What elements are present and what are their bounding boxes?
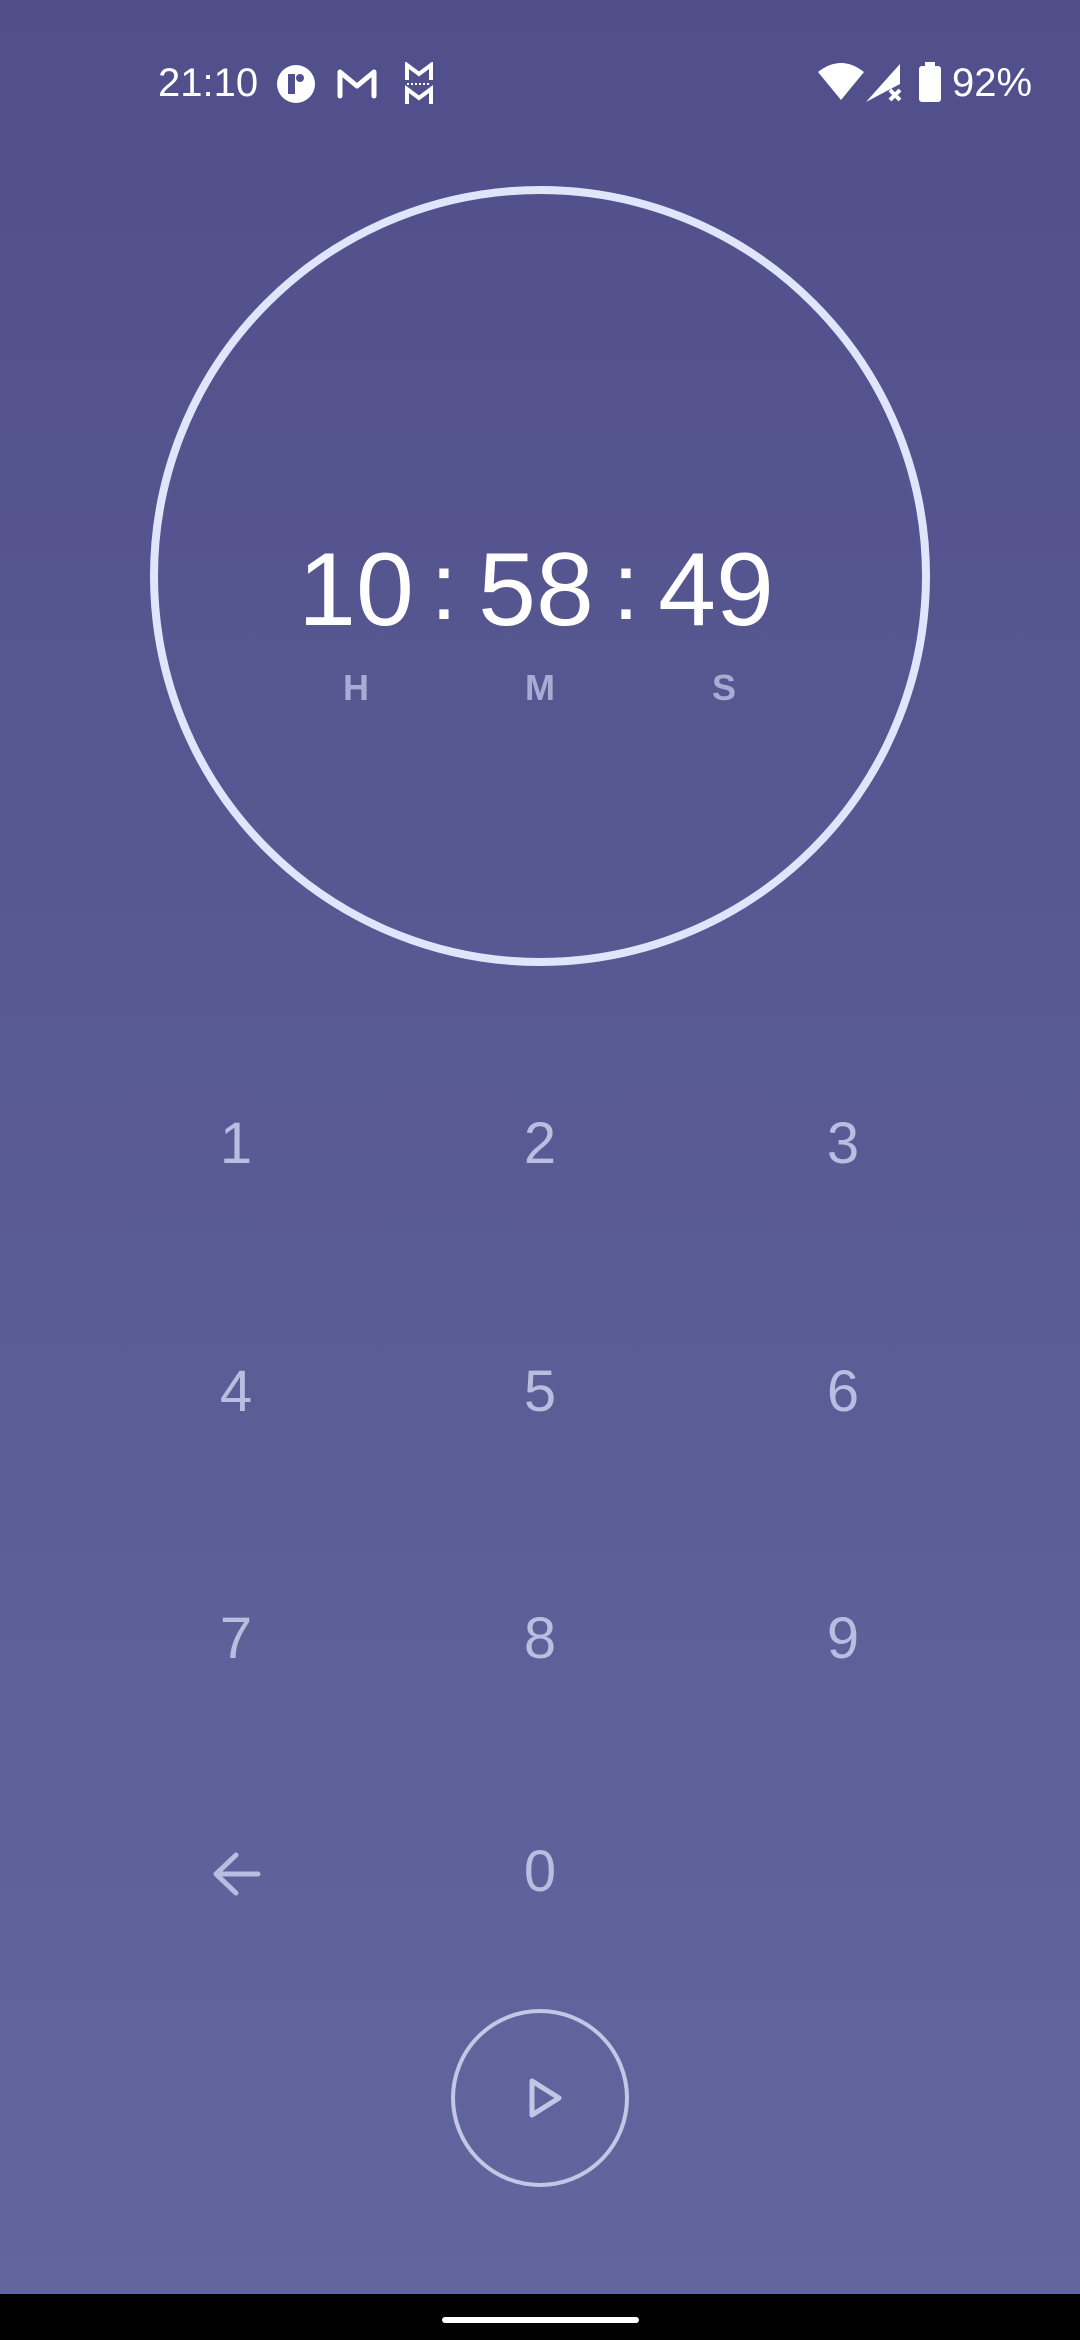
- messaging-app-icon: [404, 61, 434, 106]
- key-2[interactable]: 2: [420, 1069, 660, 1219]
- play-icon: [527, 2077, 563, 2119]
- home-gesture-handle[interactable]: [442, 2317, 639, 2323]
- key-3[interactable]: 3: [723, 1069, 963, 1219]
- status-time: 21:10: [158, 61, 259, 105]
- gmail-icon: [336, 66, 378, 100]
- cell-signal-icon: [864, 62, 904, 104]
- notification-app-icon: [276, 64, 316, 104]
- key-6[interactable]: 6: [723, 1317, 963, 1467]
- battery-percent: 92%: [952, 61, 1033, 105]
- key-7[interactable]: 7: [116, 1564, 356, 1714]
- wifi-icon: [818, 62, 864, 102]
- hours-value[interactable]: 10: [286, 530, 426, 650]
- minutes-value[interactable]: 58: [466, 530, 606, 650]
- seconds-value[interactable]: 49: [646, 530, 786, 650]
- minutes-seconds-separator: :: [612, 533, 640, 640]
- key-0[interactable]: 0: [420, 1797, 660, 1947]
- seconds-unit-label: S: [711, 667, 736, 708]
- backspace-button[interactable]: [116, 1795, 356, 1945]
- key-9[interactable]: 9: [723, 1564, 963, 1714]
- key-5[interactable]: 5: [420, 1317, 660, 1467]
- minutes-unit-label: M: [525, 667, 555, 708]
- key-4[interactable]: 4: [116, 1317, 356, 1467]
- key-1[interactable]: 1: [116, 1069, 356, 1219]
- backspace-arrow-icon: [210, 1851, 262, 1897]
- key-8[interactable]: 8: [420, 1564, 660, 1714]
- hours-minutes-separator: :: [430, 533, 458, 640]
- battery-icon: [918, 62, 942, 102]
- hours-unit-label: H: [343, 667, 369, 708]
- start-button[interactable]: [451, 2009, 629, 2187]
